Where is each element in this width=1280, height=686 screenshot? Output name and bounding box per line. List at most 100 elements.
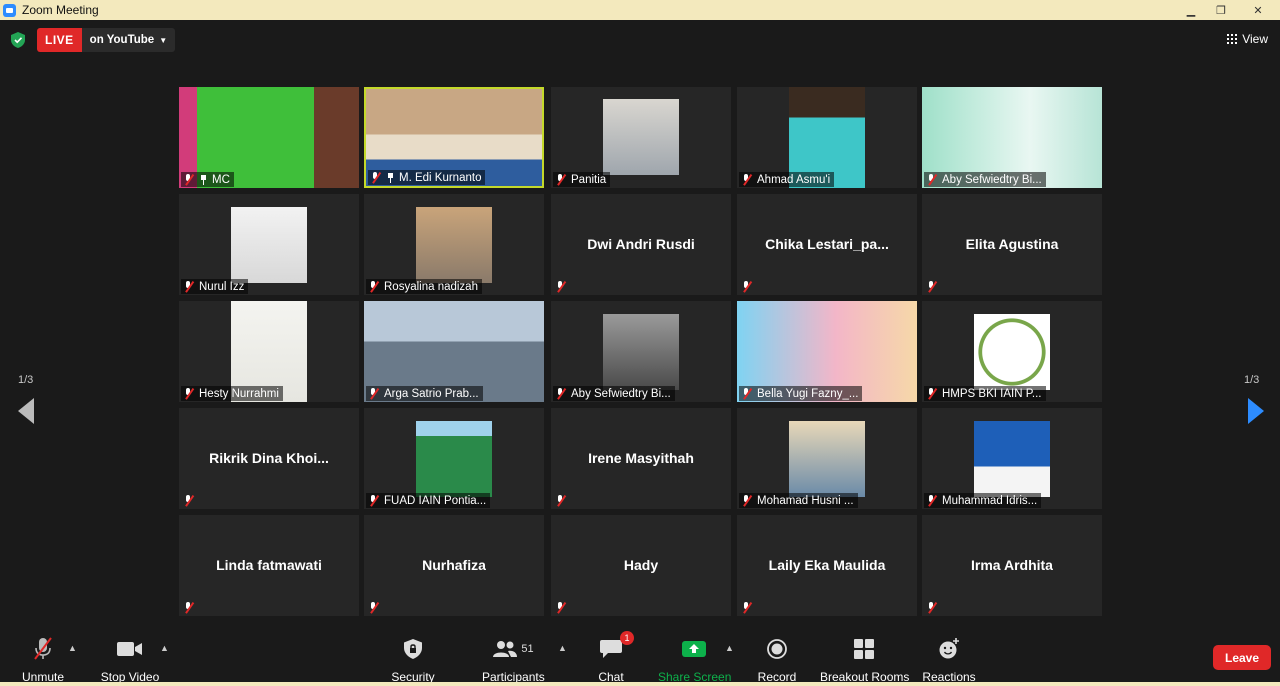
reactions-button[interactable]: Reactions (922, 636, 976, 684)
participant-label: Ahmad Asmu'i (739, 172, 835, 187)
participants-icon (493, 641, 518, 657)
encryption-shield-icon[interactable] (11, 32, 25, 48)
muted-mic-icon (926, 494, 937, 507)
participant-label: Hesty Nurrahmi (181, 386, 283, 401)
share-options-chevron-up-icon[interactable]: ▲ (725, 643, 734, 653)
participant-name-large: Rikrik Dina Khoi... (209, 450, 329, 466)
participant-label: Arga Satrio Prab... (366, 386, 483, 401)
muted-mic-icon (741, 601, 752, 614)
participant-tile[interactable]: Rosyalina nadizah (364, 194, 544, 295)
breakout-rooms-icon (854, 639, 874, 659)
muted-microphone-icon (34, 637, 52, 660)
share-screen-button[interactable]: Share Screen (658, 636, 731, 684)
gallery-view: 1/3 1/3 MC M. Edi Kurnanto Panitia Ahmad As… (0, 60, 1280, 630)
muted-mic-icon (741, 280, 752, 293)
participant-tile[interactable]: Irma Ardhita (922, 515, 1102, 616)
participant-tile[interactable]: Linda fatmawati (179, 515, 359, 616)
video-camera-icon (117, 642, 142, 656)
security-shield-icon (404, 639, 422, 659)
muted-mic-icon (555, 173, 566, 186)
view-label: View (1242, 32, 1268, 46)
close-button[interactable]: ✕ (1236, 1, 1280, 19)
participant-tile[interactable]: Hady (551, 515, 731, 616)
minimize-button[interactable]: ▁ (1176, 1, 1206, 19)
maximize-button[interactable]: ❐ (1206, 1, 1236, 19)
participant-label: Aby Sefwiedtry Bi... (553, 386, 675, 401)
participant-tile[interactable]: FUAD IAIN Pontia... (364, 408, 544, 509)
participant-tile[interactable]: Nurhafiza (364, 515, 544, 616)
chat-button[interactable]: 1 Chat (596, 631, 634, 684)
participant-name: Bella Yugi Fazny_... (757, 387, 859, 400)
participant-name: Mohamad Husni ... (757, 494, 854, 507)
next-page-arrow-icon[interactable] (1248, 398, 1264, 424)
participant-name-large: Elita Agustina (965, 236, 1059, 252)
muted-mic-icon (183, 173, 194, 186)
record-button[interactable]: Record (756, 636, 798, 684)
participant-label (924, 600, 946, 615)
meeting-controls-toolbar: Unmute ▲ Stop Video ▲ Security 51 Partic… (0, 630, 1280, 686)
participant-name-large: Irma Ardhita (971, 557, 1053, 573)
participant-tile[interactable]: Aby Sefwiedtry Bi... (922, 87, 1102, 188)
participant-tile[interactable]: Aby Sefwiedtry Bi... (551, 301, 731, 402)
participant-name: Aby Sefwiedtry Bi... (942, 173, 1042, 186)
participant-tile[interactable]: Bella Yugi Fazny_... (737, 301, 917, 402)
participant-name: Nurul Izz (199, 280, 245, 293)
participant-tile[interactable]: M. Edi Kurnanto (364, 87, 544, 188)
participant-label (181, 600, 203, 615)
participant-video (974, 314, 1050, 390)
taskbar-strip (0, 682, 1280, 686)
view-button[interactable]: View (1227, 32, 1268, 46)
muted-mic-icon (183, 280, 194, 293)
participant-tile[interactable]: HMPS BKI IAIN P... (922, 301, 1102, 402)
participant-tile[interactable]: Ahmad Asmu'i (737, 87, 917, 188)
participant-name: Aby Sefwiedtry Bi... (571, 387, 671, 400)
audio-options-chevron-up-icon[interactable]: ▲ (68, 643, 77, 653)
participant-tile[interactable]: MC (179, 87, 359, 188)
previous-page-arrow-icon[interactable] (18, 398, 34, 424)
pin-icon (199, 174, 208, 185)
leave-button[interactable]: Leave (1213, 645, 1271, 670)
stream-destination-dropdown[interactable]: on YouTube ▼ (81, 28, 176, 52)
participant-tile[interactable]: Arga Satrio Prab... (364, 301, 544, 402)
participant-tile[interactable]: Mohamad Husni ... (737, 408, 917, 509)
participant-label (366, 600, 388, 615)
participant-name: M. Edi Kurnanto (399, 171, 482, 184)
participants-options-chevron-up-icon[interactable]: ▲ (558, 643, 567, 653)
participant-tile[interactable]: Muhammad Idris... (922, 408, 1102, 509)
muted-mic-icon (370, 171, 381, 184)
muted-mic-icon (555, 494, 566, 507)
participant-tile[interactable]: Hesty Nurrahmi (179, 301, 359, 402)
unmute-button[interactable]: Unmute (18, 636, 68, 684)
participant-tile[interactable]: Rikrik Dina Khoi... (179, 408, 359, 509)
participant-name: Muhammad Idris... (942, 494, 1038, 507)
participant-name-large: Chika Lestari_pa... (765, 236, 889, 252)
participant-name: Arga Satrio Prab... (384, 387, 479, 400)
participant-label: FUAD IAIN Pontia... (366, 493, 491, 508)
participant-tile[interactable]: Panitia (551, 87, 731, 188)
stop-video-button[interactable]: Stop Video (100, 636, 160, 684)
participant-video (603, 314, 679, 390)
window-controls: ▁ ❐ ✕ (1176, 0, 1280, 20)
live-stream-indicator[interactable]: LIVE on YouTube ▼ (37, 28, 176, 52)
participants-button[interactable]: 51 Participants (482, 636, 545, 684)
live-badge: LIVE (37, 28, 82, 52)
muted-mic-icon (741, 494, 752, 507)
participant-name: Panitia (571, 173, 607, 186)
participant-tile[interactable]: Chika Lestari_pa... (737, 194, 917, 295)
participant-tile[interactable]: Dwi Andri Rusdi (551, 194, 731, 295)
share-screen-icon (682, 641, 706, 657)
participant-name-large: Dwi Andri Rusdi (587, 236, 695, 252)
participant-tile[interactable]: Nurul Izz (179, 194, 359, 295)
participant-name-large: Hady (623, 557, 659, 573)
muted-mic-icon (926, 280, 937, 293)
participant-label (181, 493, 203, 508)
security-button[interactable]: Security (388, 636, 438, 684)
breakout-rooms-button[interactable]: Breakout Rooms (820, 636, 909, 684)
meeting-top-bar: LIVE on YouTube ▼ View (0, 20, 1280, 60)
video-options-chevron-up-icon[interactable]: ▲ (160, 643, 169, 653)
participant-tile[interactable]: Elita Agustina (922, 194, 1102, 295)
participant-tile[interactable]: Laily Eka Maulida (737, 515, 917, 616)
participant-name: HMPS BKI IAIN P... (942, 387, 1042, 400)
participant-label (553, 279, 575, 294)
participant-tile[interactable]: Irene Masyithah (551, 408, 731, 509)
